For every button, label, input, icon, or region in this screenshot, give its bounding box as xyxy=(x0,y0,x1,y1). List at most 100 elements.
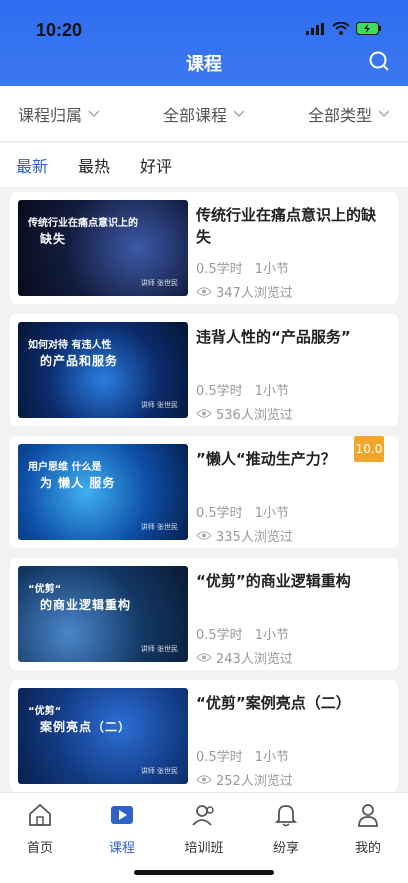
course-thumbnail: 传统行业在痛点意识上的 缺失 讲师 张世民 xyxy=(18,200,188,296)
tab-best-rated[interactable]: 好评 xyxy=(140,153,172,177)
course-card[interactable]: “优剪“ 案例亮点（二） 讲师 张世民 “优剪”案例亮点（二） 0.5学时 1小… xyxy=(10,680,398,792)
thumb-lecturer: 讲师 张世民 xyxy=(140,401,178,409)
filter-label: 全部课程 xyxy=(162,105,227,125)
thumb-line2: 案例亮点（二） xyxy=(40,720,132,734)
course-hours: 0.5学时 xyxy=(196,628,243,643)
views-count: 243人浏览过 xyxy=(216,652,293,667)
course-views: 536人浏览过 xyxy=(196,404,293,423)
thumb-line2: 为 懒人 服务 xyxy=(40,476,116,490)
course-meta: 0.5学时 1小节 xyxy=(196,746,289,765)
tab-mine[interactable]: 我的 xyxy=(338,801,398,856)
course-thumbnail: “优剪“ 的商业逻辑重构 讲师 张世民 xyxy=(18,566,188,662)
thumb-line2: 缺失 xyxy=(40,232,67,246)
chevron-down-icon xyxy=(88,109,100,117)
bottom-tab-bar: 首页 课程 培训班 纷享 我的 xyxy=(0,792,408,883)
course-hours: 0.5学时 xyxy=(196,750,243,765)
tab-label: 首页 xyxy=(26,841,53,856)
views-count: 347人浏览过 xyxy=(216,286,293,301)
course-hours: 0.5学时 xyxy=(196,506,243,521)
course-title: 违背人性的“产品服务” xyxy=(196,328,351,346)
eye-icon xyxy=(196,775,212,784)
status-icons xyxy=(306,22,382,35)
chevron-down-icon xyxy=(233,109,245,117)
tab-share[interactable]: 纷享 xyxy=(256,801,316,856)
wifi-icon xyxy=(332,22,350,35)
course-meta: 0.5学时 1小节 xyxy=(196,258,289,277)
tab-home[interactable]: 首页 xyxy=(10,801,70,856)
course-list: 传统行业在痛点意识上的 缺失 讲师 张世民 传统行业在痛点意识上的缺失 0.5学… xyxy=(10,192,398,802)
thumb-line1: 用户思维 什么是 xyxy=(28,462,102,473)
course-card[interactable]: 用户思维 什么是 为 懒人 服务 讲师 张世民 ”懒人“推动生产力？ 0.5学时… xyxy=(10,436,398,548)
tab-label: 纷享 xyxy=(272,841,299,856)
course-card[interactable]: 传统行业在痛点意识上的 缺失 讲师 张世民 传统行业在痛点意识上的缺失 0.5学… xyxy=(10,192,398,304)
home-indicator xyxy=(134,870,274,875)
search-icon[interactable] xyxy=(368,50,390,72)
thumb-line1: “优剪“ xyxy=(28,706,62,717)
views-count: 252人浏览过 xyxy=(216,774,293,789)
course-hours: 0.5学时 xyxy=(196,262,243,277)
course-meta: 0.5学时 1小节 xyxy=(196,502,289,521)
tab-label: 课程 xyxy=(108,841,135,856)
course-title: 传统行业在痛点意识上的缺失 xyxy=(196,206,377,246)
tab-latest[interactable]: 最新 xyxy=(16,153,48,177)
bell-icon xyxy=(274,805,298,827)
battery-icon xyxy=(356,22,381,35)
filter-bar: 课程归属 全部课程 全部类型 xyxy=(0,86,408,142)
filter-label: 课程归属 xyxy=(18,105,83,125)
course-thumbnail: “优剪“ 案例亮点（二） 讲师 张世民 xyxy=(18,688,188,784)
filter-label: 全部类型 xyxy=(307,105,372,125)
course-thumbnail: 用户思维 什么是 为 懒人 服务 讲师 张世民 xyxy=(18,444,188,540)
tab-hottest[interactable]: 最热 xyxy=(78,153,110,177)
filter-all-courses[interactable]: 全部课程 xyxy=(142,102,266,126)
users-icon xyxy=(192,805,214,826)
course-sections: 1小节 xyxy=(254,262,289,277)
play-icon xyxy=(111,806,133,824)
app-header: 10:20 课程 xyxy=(0,0,408,86)
person-icon xyxy=(358,804,378,827)
filter-all-types[interactable]: 全部类型 xyxy=(266,102,408,126)
course-views: 335人浏览过 xyxy=(196,526,293,545)
thumb-line1: 传统行业在痛点意识上的 xyxy=(28,218,138,229)
course-card[interactable]: 如何对待 有违人性 的产品和服务 讲师 张世民 违背人性的“产品服务” 0.5学… xyxy=(10,314,398,426)
eye-icon xyxy=(196,531,212,540)
page-title: 课程 xyxy=(186,54,222,75)
thumb-lecturer: 讲师 张世民 xyxy=(140,279,178,287)
thumb-lecturer: 讲师 张世民 xyxy=(140,645,178,653)
course-meta: 0.5学时 1小节 xyxy=(196,380,289,399)
course-hours: 0.5学时 xyxy=(196,384,243,399)
tab-label: 培训班 xyxy=(184,841,224,856)
signal-icon xyxy=(306,22,324,35)
chevron-down-icon xyxy=(378,109,390,117)
eye-icon xyxy=(196,409,212,418)
status-time: 10:20 xyxy=(36,20,83,40)
status-bar: 10:20 xyxy=(0,14,408,50)
course-sections: 1小节 xyxy=(254,506,289,521)
course-sections: 1小节 xyxy=(254,628,289,643)
home-icon xyxy=(29,803,51,826)
course-thumbnail: 如何对待 有违人性 的产品和服务 讲师 张世民 xyxy=(18,322,188,418)
course-sections: 1小节 xyxy=(254,750,289,765)
course-views: 252人浏览过 xyxy=(196,770,293,789)
course-meta: 0.5学时 1小节 xyxy=(196,624,289,643)
thumb-lecturer: 讲师 张世民 xyxy=(140,523,178,531)
course-title: “优剪”的商业逻辑重构 xyxy=(196,572,351,590)
filter-course-owner[interactable]: 课程归属 xyxy=(0,102,142,126)
tab-courses[interactable]: 课程 xyxy=(92,801,152,856)
thumb-line1: “优剪“ xyxy=(28,584,62,595)
thumb-line1: 如何对待 有违人性 xyxy=(28,340,112,351)
thumb-line2: 的商业逻辑重构 xyxy=(40,598,132,612)
tab-label: 我的 xyxy=(354,841,381,856)
course-sections: 1小节 xyxy=(254,384,289,399)
course-card[interactable]: “优剪“ 的商业逻辑重构 讲师 张世民 “优剪”的商业逻辑重构 0.5学时 1小… xyxy=(10,558,398,670)
sort-tabs: 最新 最热 好评 xyxy=(0,143,408,187)
rating-badge: 10.0 xyxy=(354,436,384,462)
course-views: 347人浏览过 xyxy=(196,282,293,301)
course-views: 243人浏览过 xyxy=(196,648,293,667)
tab-training[interactable]: 培训班 xyxy=(174,801,234,856)
eye-icon xyxy=(196,653,212,662)
course-title: “优剪”案例亮点（二） xyxy=(196,694,351,712)
thumb-line2: 的产品和服务 xyxy=(40,354,119,368)
thumb-lecturer: 讲师 张世民 xyxy=(140,767,178,775)
views-count: 335人浏览过 xyxy=(216,530,293,545)
eye-icon xyxy=(196,287,212,296)
